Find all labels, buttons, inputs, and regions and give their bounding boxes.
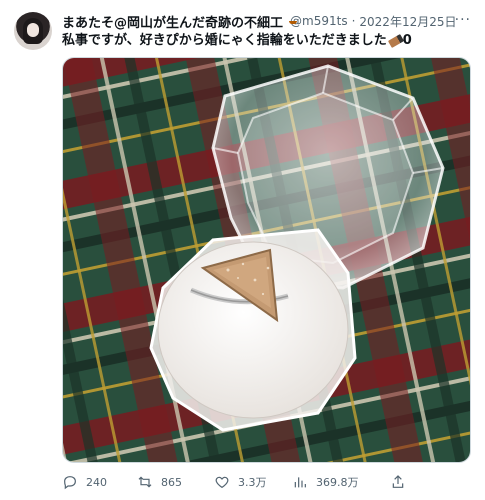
share-button[interactable]	[390, 474, 414, 490]
views-button[interactable]: 369.8万	[292, 474, 359, 490]
author-handle[interactable]: @m591ts	[290, 14, 348, 28]
tweet-text-body: 私事ですが、好きぴから婚にゃく指輪をいただきました	[62, 33, 387, 48]
tweet-date[interactable]: 2022年12月25日	[359, 13, 456, 30]
reply-count: 240	[86, 475, 107, 489]
tweet-photo[interactable]	[62, 57, 471, 463]
tweet[interactable]: まあたそ@岡山が生んだ奇跡の不細工 @m591ts · 2022年12月25日 …	[0, 0, 485, 500]
reply-button[interactable]: 240	[62, 474, 107, 490]
like-count: 3.3万	[238, 476, 267, 489]
retweet-count: 865	[161, 475, 182, 489]
retweet-button[interactable]: 865	[137, 474, 182, 490]
heart-icon	[215, 476, 229, 489]
retweet-icon	[138, 476, 152, 488]
action-bar: 240 865 3.3万 369.8万	[62, 474, 471, 494]
separator: ·	[351, 14, 356, 28]
author-name[interactable]: まあたそ@岡山が生んだ奇跡の不細工	[62, 12, 283, 31]
more-icon[interactable]: ···	[455, 12, 471, 28]
tweet-text: 私事ですが、好きぴから婚にゃく指輪をいただきました 0	[62, 32, 471, 50]
tweet-header: まあたそ@岡山が生んだ奇跡の不細工 @m591ts · 2022年12月25日	[62, 12, 457, 31]
avatar[interactable]	[14, 12, 52, 50]
pen-emoji-icon	[387, 33, 404, 48]
views-chart-icon	[294, 477, 306, 488]
share-icon	[392, 475, 404, 488]
ring-box-image	[63, 58, 470, 462]
views-count: 369.8万	[316, 476, 359, 489]
reply-icon	[64, 476, 76, 490]
like-button[interactable]: 3.3万	[214, 474, 267, 490]
